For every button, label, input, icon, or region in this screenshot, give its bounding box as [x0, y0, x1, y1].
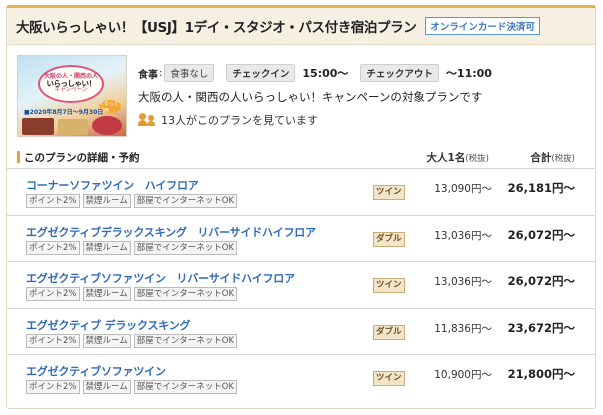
- room-type-badge: ツイン: [373, 278, 405, 293]
- online-card-payment-badge: オンラインカード決済可: [425, 17, 540, 35]
- section-accent-bar: [17, 151, 20, 163]
- room-tag: 禁煙ルーム: [82, 380, 131, 394]
- adult-price-header: 大人1名(税抜): [426, 152, 489, 164]
- adult-price: 10,900円〜: [434, 369, 492, 381]
- plan-title[interactable]: 大阪いらっしゃい！【USJ】1デイ・スタジオ・パス付き宿泊プラン: [16, 16, 417, 36]
- room-name-link[interactable]: エグゼクティブソファツイン リバーサイドハイフロア: [26, 270, 295, 286]
- room-tag: 部屋でインターネットOK: [133, 333, 238, 348]
- people-icon: [138, 112, 158, 128]
- room-type-badge: ツイン: [373, 371, 405, 386]
- room-name-link[interactable]: エグゼクティブ デラックスキング: [26, 317, 191, 333]
- room-tag: ポイント2%: [26, 287, 80, 301]
- total-price: 26,072円〜: [507, 274, 575, 288]
- room-tag: 部屋でインターネットOK: [133, 287, 238, 301]
- room-row: エグゼクティブソファツイン リバーサイドハイフロア ポイント2% 禁煙ルーム 部…: [7, 262, 595, 309]
- room-list: コーナーソファツイン ハイフロア ポイント2% 禁煙ルーム 部屋でインターネット…: [7, 169, 595, 402]
- checkout-label: チェックアウト: [360, 64, 439, 82]
- room-tag: ポイント2%: [26, 240, 80, 255]
- plan-card: 大阪いらっしゃい！【USJ】1デイ・スタジオ・パス付き宿泊プラン オンラインカー…: [6, 5, 596, 409]
- thumbnail-food-image: [92, 116, 122, 135]
- thumbnail-date: ■2020年8月7日〜9月30日: [24, 109, 104, 116]
- total-price-header: 合計(税抜): [530, 152, 575, 164]
- room-tags: ポイント2% 禁煙ルーム 部屋でインターネットOK: [26, 287, 240, 301]
- plan-info: 大阪の人・関西の人 いらっしゃい！ キャンペーン ぐるっと関西 ■2020年8月…: [7, 45, 595, 145]
- room-tag: 禁煙ルーム: [82, 194, 131, 208]
- checkin-label: チェックイン: [226, 64, 296, 82]
- checkout-time: 〜11:00: [445, 67, 492, 80]
- room-name-link[interactable]: エグゼクティブソファツイン: [26, 363, 166, 379]
- thumbnail-food-image: [58, 119, 88, 135]
- room-tags: ポイント2% 禁煙ルーム 部屋でインターネットOK: [26, 333, 240, 348]
- adult-price: 13,090円〜: [434, 183, 492, 195]
- plan-description: 大阪の人・関西の人いらっしゃい！キャンペーンの対象プランです: [138, 90, 483, 104]
- room-type-badge: ダブル: [373, 324, 405, 340]
- campaign-logo: 大阪の人・関西の人 いらっしゃい！ キャンペーン: [38, 65, 104, 103]
- room-row: エグゼクティブ デラックスキング ポイント2% 禁煙ルーム 部屋でインターネット…: [7, 309, 595, 355]
- room-tags: ポイント2% 禁煙ルーム 部屋でインターネットOK: [26, 380, 240, 394]
- room-tags: ポイント2% 禁煙ルーム 部屋でインターネットOK: [26, 240, 240, 255]
- room-tag: 部屋でインターネットOK: [133, 380, 238, 394]
- adult-price: 13,036円〜: [434, 229, 492, 242]
- room-tag: 部屋でインターネットOK: [133, 240, 238, 255]
- room-tag: 禁煙ルーム: [82, 240, 131, 255]
- plan-meta: 食事 : 食事なし チェックイン 15:00〜 チェックアウト 〜11:00: [138, 64, 492, 82]
- details-header: このプランの詳細・予約 大人1名(税抜) 合計(税抜): [7, 145, 595, 169]
- room-row: コーナーソファツイン ハイフロア ポイント2% 禁煙ルーム 部屋でインターネット…: [7, 169, 595, 216]
- thumbnail-food-image: [22, 118, 54, 135]
- room-tag: ポイント2%: [26, 194, 80, 208]
- total-price: 23,672円〜: [507, 320, 575, 335]
- checkin-time: 15:00〜: [302, 67, 349, 80]
- plan-header: 大阪いらっしゃい！【USJ】1デイ・スタジオ・パス付き宿泊プラン オンラインカー…: [7, 8, 595, 45]
- adult-price: 13,036円〜: [434, 276, 492, 288]
- total-price: 26,072円〜: [507, 227, 575, 242]
- room-tag: ポイント2%: [26, 380, 80, 394]
- details-title: このプランの詳細・予約: [24, 152, 140, 164]
- adult-price: 11,836円〜: [434, 322, 492, 335]
- total-price: 26,181円〜: [507, 181, 575, 195]
- room-name-link[interactable]: コーナーソファツイン ハイフロア: [26, 177, 199, 193]
- meal-label: 食事: [138, 69, 158, 81]
- room-tags: ポイント2% 禁煙ルーム 部屋でインターネットOK: [26, 194, 240, 208]
- meal-separator: :: [159, 67, 163, 79]
- room-tag: ポイント2%: [26, 333, 80, 348]
- viewers-text: 13人がこのプランを見ています: [161, 114, 318, 127]
- viewers-info: 13人がこのプランを見ています: [138, 112, 318, 128]
- room-tag: 禁煙ルーム: [82, 333, 131, 348]
- plan-thumbnail[interactable]: 大阪の人・関西の人 いらっしゃい！ キャンペーン ぐるっと関西 ■2020年8月…: [17, 55, 127, 137]
- room-row: エグゼクティブデラックスキング リバーサイドハイフロア ポイント2% 禁煙ルーム…: [7, 216, 595, 262]
- room-row: エグゼクティブソファツイン ポイント2% 禁煙ルーム 部屋でインターネットOK …: [7, 355, 595, 402]
- room-type-badge: ツイン: [373, 185, 405, 200]
- total-price: 21,800円〜: [507, 367, 575, 381]
- meal-value: 食事なし: [164, 64, 215, 82]
- room-tag: 部屋でインターネットOK: [133, 194, 238, 208]
- room-tag: 禁煙ルーム: [82, 287, 131, 301]
- room-type-badge: ダブル: [373, 231, 405, 247]
- room-name-link[interactable]: エグゼクティブデラックスキング リバーサイドハイフロア: [26, 224, 316, 240]
